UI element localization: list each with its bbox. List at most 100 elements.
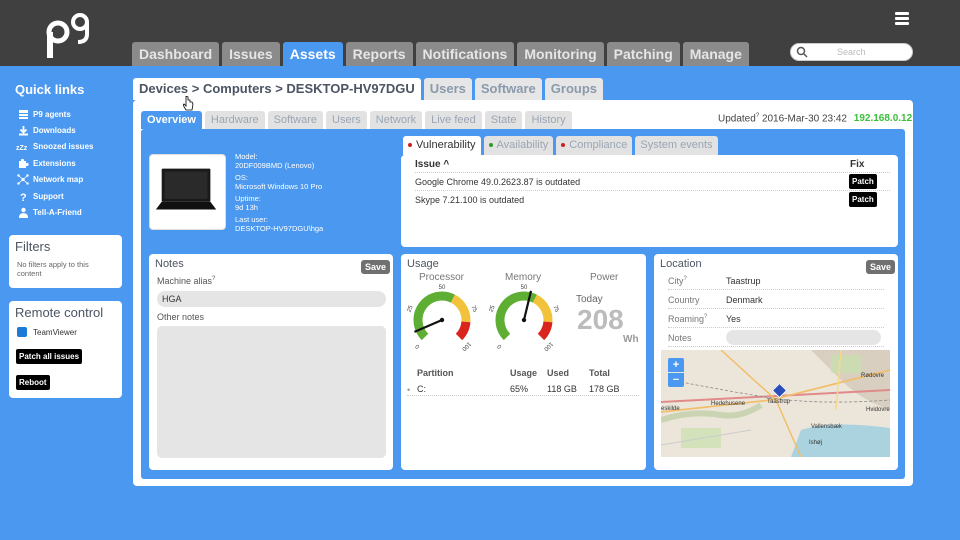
status-tab-system-events[interactable]: System events	[635, 136, 718, 155]
used-col-header: Used	[547, 368, 570, 378]
teamviewer-label: TeamViewer	[33, 327, 77, 337]
nav-tab-reports[interactable]: Reports	[345, 42, 413, 66]
subtab-software[interactable]: Software	[267, 111, 324, 129]
partition-used: 118 GB	[547, 384, 577, 394]
usage-col-header: Usage	[510, 368, 538, 378]
updated-label: Updated	[718, 113, 756, 125]
nav-tab-notifications[interactable]: Notifications	[415, 42, 515, 66]
memory-gauge-red-band	[537, 321, 553, 341]
machine-alias-input[interactable]: HGA	[157, 291, 386, 307]
tab-groups[interactable]: Groups	[544, 78, 604, 100]
patch-all-issues-button[interactable]: Patch all issues	[16, 349, 83, 364]
tab-users[interactable]: Users	[423, 78, 472, 100]
breadcrumb[interactable]: Devices > Computers > DESKTOP-HV97DGU	[133, 78, 421, 100]
search-box[interactable]: Search	[790, 43, 913, 61]
quick-link-support[interactable]: ? Support	[15, 188, 125, 204]
location-value[interactable]: Yes	[726, 314, 741, 324]
quick-links: Quick links P9 agents Downloads zZz Snoozed…	[15, 82, 125, 221]
patch-button[interactable]: Patch	[849, 174, 877, 189]
memory-gauge-yellow-band	[532, 294, 553, 323]
zoom-out-button[interactable]: −	[668, 373, 684, 387]
notes-title: Notes	[155, 258, 184, 270]
location-map[interactable]: + − Taastrup Hedehusene Rødovre Hvidovre…	[661, 350, 890, 457]
location-help: ?	[683, 276, 687, 282]
zoom-in-button[interactable]: +	[668, 358, 684, 372]
nav-tab-assets[interactable]: Assets	[282, 42, 343, 66]
location-help: ?	[704, 314, 708, 320]
subtab-live-feed[interactable]: Live feed	[425, 111, 482, 129]
memory-gauge-tick-label: 50	[521, 285, 528, 291]
quick-link-p9-agents[interactable]: P9 agents	[15, 106, 125, 122]
subtab-hardware[interactable]: Hardware	[204, 111, 265, 129]
usage-title: Usage	[407, 258, 439, 270]
issue-header-label: Issue	[415, 159, 441, 170]
processor-gauge-green-band	[413, 291, 455, 341]
p9-logo[interactable]	[44, 12, 92, 60]
notes-save-button[interactable]: Save	[361, 260, 391, 274]
person-icon	[15, 207, 31, 219]
status-tab-availability[interactable]: Availability	[483, 136, 554, 155]
patch-button[interactable]: Patch	[849, 192, 877, 207]
device-details: Model: 20DF009BMD (Lenovo) OS: Microsoft…	[235, 152, 323, 233]
nav-tab-manage[interactable]: Manage	[682, 42, 749, 66]
status-tab-compliance[interactable]: Compliance	[556, 136, 633, 155]
other-notes-textarea[interactable]	[157, 326, 386, 458]
issue-column-header[interactable]: Issue ^	[415, 159, 449, 170]
machine-alias-text: Machine alias	[157, 276, 213, 286]
quick-link-label: Support	[33, 191, 64, 201]
os-value: Microsoft Windows 10 Pro	[235, 182, 323, 191]
hamburger-menu-icon[interactable]	[895, 12, 909, 26]
uptime-label: Uptime:	[235, 194, 261, 203]
subtab-state[interactable]: State	[484, 111, 523, 129]
nav-tab-dashboard[interactable]: Dashboard	[132, 42, 220, 66]
quick-link-label: Tell-A-Friend	[33, 208, 82, 218]
nav-tab-monitoring[interactable]: Monitoring	[517, 42, 604, 66]
partition-usage: 65%	[510, 384, 529, 394]
subtab-network[interactable]: Network	[369, 111, 423, 129]
uptime-value: 9d 13h	[235, 203, 258, 212]
last-user-value: DESKTOP-HV97DGU\hga	[235, 224, 324, 233]
quick-link-network-map[interactable]: Network map	[15, 172, 125, 188]
status-tab-label: Vulnerability	[416, 139, 476, 151]
search-icon	[796, 46, 808, 58]
quick-link-label: P9 agents	[33, 109, 71, 119]
map-label-rodovre: Rødovre	[861, 373, 885, 379]
quick-link-tell-a-friend[interactable]: Tell-A-Friend	[15, 204, 125, 220]
updated-date: 2016-Mar-30 23:42	[761, 113, 847, 125]
nav-tab-patching[interactable]: Patching	[606, 42, 680, 66]
usage-panel: Usage Processor Memory Power 0 25 50 75 100 …	[401, 254, 646, 470]
status-tab-vulnerability[interactable]: Vulnerability	[403, 136, 481, 155]
processor-gauge-tick-label: 50	[439, 285, 446, 291]
memory-gauge-tick-label: 75	[551, 305, 559, 314]
sub-tabs: Overview Hardware Software Users Network Live…	[141, 111, 572, 129]
vulnerability-panel: Issue ^ Fix Google Chrome 49.0.2623.87 i…	[401, 155, 898, 247]
snooze-icon: zZz	[15, 141, 31, 153]
memory-gauge: 0 25 50 75 100	[489, 285, 559, 352]
location-value[interactable]: Taastrup	[726, 276, 761, 286]
location-key: Notes	[668, 333, 692, 343]
subtab-users[interactable]: Users	[326, 111, 367, 129]
location-notes-input[interactable]	[726, 330, 881, 345]
nav-tab-issues[interactable]: Issues	[222, 42, 280, 66]
reboot-button[interactable]: Reboot	[16, 375, 50, 390]
processor-gauge-tick-label: 100	[460, 340, 472, 352]
quick-link-extensions[interactable]: Extensions	[15, 155, 125, 171]
question-icon: ?	[15, 190, 31, 202]
tab-software[interactable]: Software	[474, 78, 542, 100]
quick-link-label: Downloads	[33, 126, 76, 136]
model-label: Model:	[235, 152, 258, 161]
subtab-overview[interactable]: Overview	[141, 111, 202, 129]
quick-link-downloads[interactable]: Downloads	[15, 122, 125, 138]
status-tabs: Vulnerability Availability Compliance Syste…	[403, 136, 718, 155]
teamviewer-link[interactable]: TeamViewer	[17, 327, 77, 337]
processor-gauge-tick-label: 25	[407, 304, 415, 313]
location-row-country: Country Denmark	[668, 291, 884, 309]
power-value: 208	[577, 304, 624, 335]
quick-link-snoozed-issues[interactable]: zZz Snoozed issues	[15, 139, 125, 155]
other-notes-label: Other notes	[157, 312, 205, 322]
mouse-cursor-icon	[183, 96, 194, 111]
subtab-history[interactable]: History	[525, 111, 572, 129]
processor-gauge-yellow-band	[450, 294, 471, 323]
location-value[interactable]: Denmark	[726, 295, 763, 305]
updated-help: ?	[755, 113, 760, 119]
